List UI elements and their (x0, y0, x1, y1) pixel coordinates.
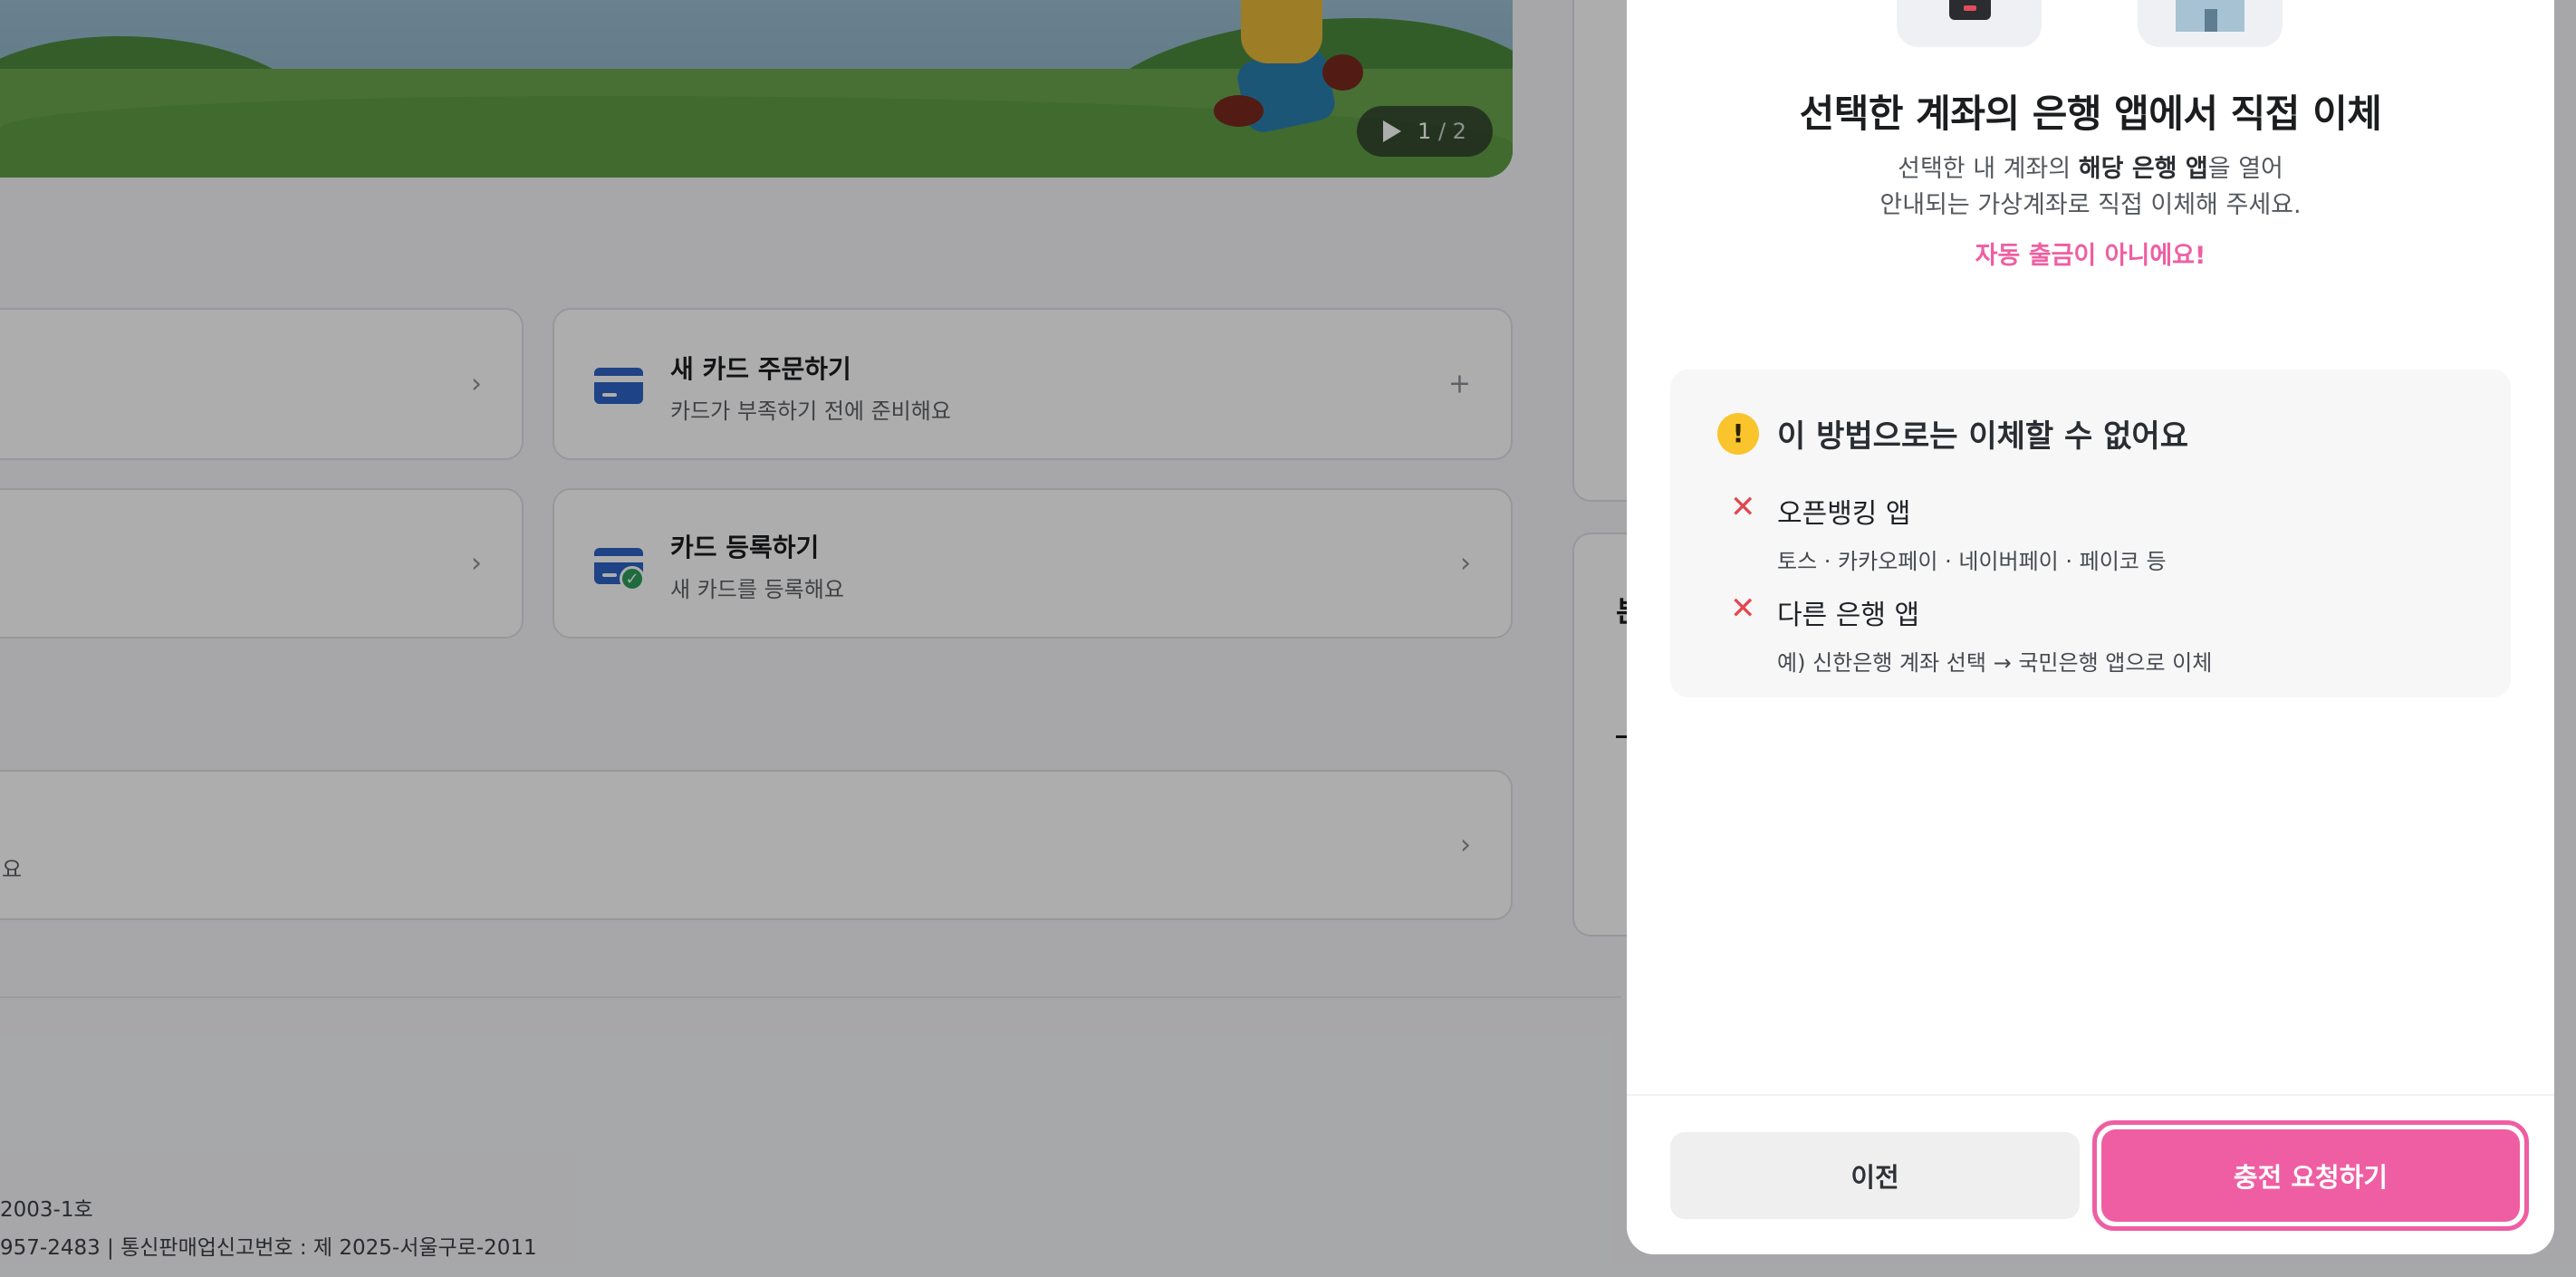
charge-request-button[interactable]: 충전 요청하기 (2101, 1129, 2520, 1222)
x-icon: ✕ (1730, 590, 1756, 627)
building-icon (2176, 0, 2244, 32)
warning-icon: ! (1717, 412, 1759, 455)
step-thumbnail-2 (2138, 0, 2283, 47)
restriction-notice-box: ! 이 방법으로는 이체할 수 없어요 ✕ 오픈뱅킹 앱 토스 · 카카오페이 … (1670, 370, 2511, 697)
modal-description-line-2: 안내되는 가상계좌로 직접 이체해 주세요. (1879, 191, 2302, 219)
desc-bold: 해당 은행 앱 (2078, 155, 2208, 183)
auto-withdraw-warning: 자동 출금이 아니에요! (1975, 242, 2206, 270)
desc-pre: 선택한 내 계좌의 (1898, 155, 2079, 183)
modal-footer-divider (1627, 1094, 2554, 1096)
restriction-item: ✕ 다른 은행 앱 예) 신한은행 계좌 선택 → 국민은행 앱으로 이체 (1730, 592, 2213, 677)
modal-description-line-1: 선택한 내 계좌의 해당 은행 앱을 열어 (1627, 149, 2554, 184)
modal-title: 선택한 계좌의 은행 앱에서 직접 이체 (1799, 91, 2382, 136)
bank-app-icon (1949, 0, 1991, 20)
x-icon: ✕ (1730, 489, 1756, 525)
desc-post: 을 열어 (2207, 155, 2283, 183)
prev-button[interactable]: 이전 (1670, 1132, 2080, 1219)
restriction-item-subtitle: 예) 신한은행 계좌 선택 → 국민은행 앱으로 이체 (1777, 650, 2213, 676)
restriction-item-subtitle: 토스 · 카카오페이 · 네이버페이 · 페이코 등 (1777, 549, 2167, 574)
notice-title: 이 방법으로는 이체할 수 없어요 (1777, 418, 2188, 455)
restriction-item: ✕ 오픈뱅킹 앱 토스 · 카카오페이 · 네이버페이 · 페이코 등 (1730, 491, 2167, 575)
step-thumbnail-1 (1897, 0, 2042, 47)
transfer-guide-modal: 선택한 계좌의 은행 앱에서 직접 이체 선택한 내 계좌의 해당 은행 앱을 … (1627, 0, 2554, 1254)
restriction-item-title: 오픈뱅킹 앱 (1777, 498, 1911, 530)
notice-header: ! 이 방법으로는 이체할 수 없어요 (1717, 411, 2188, 456)
restriction-item-title: 다른 은행 앱 (1777, 600, 1920, 631)
